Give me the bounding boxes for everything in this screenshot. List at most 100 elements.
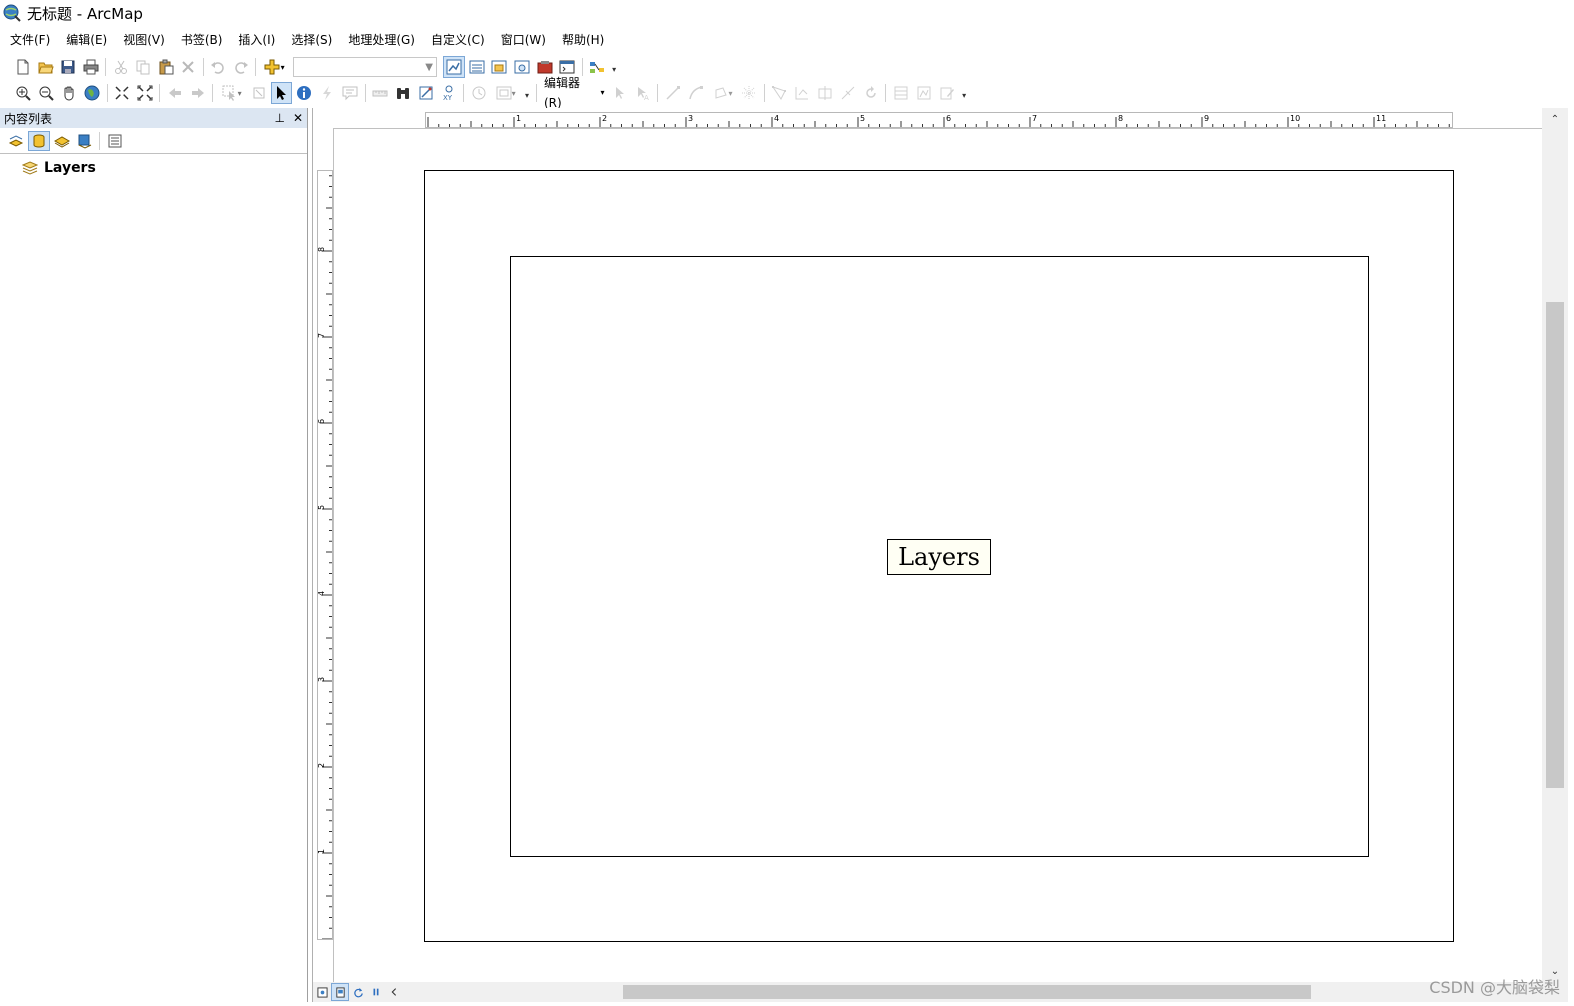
list-by-selection-button[interactable]: [74, 131, 96, 151]
undo-button[interactable]: [207, 56, 229, 78]
forward-extent-button[interactable]: [187, 82, 209, 104]
map-scale-combo[interactable]: ▼: [293, 57, 437, 77]
delete-button[interactable]: [178, 56, 200, 78]
cut-button[interactable]: [110, 56, 132, 78]
edit-vertices-button[interactable]: [768, 82, 790, 104]
menu-geoprocessing[interactable]: 地理处理(G): [340, 29, 423, 51]
info-icon: [297, 86, 312, 100]
layout-view[interactable]: 1 2 3 4 5 6 7 8 9 10 11 8 7 6 5 4 3 2 1 Layers ⌃ ⌄: [312, 108, 1568, 1002]
data-view-button[interactable]: [313, 983, 331, 1001]
layout-page-area[interactable]: Layers: [333, 128, 1543, 982]
zoom-in-button[interactable]: [12, 82, 34, 104]
attributes-button[interactable]: [890, 82, 912, 104]
split-tool-button[interactable]: [837, 82, 859, 104]
fixed-zoom-out-button[interactable]: [134, 82, 156, 104]
toolbar-separator: [463, 84, 465, 102]
add-data-button[interactable]: ▾: [259, 56, 288, 78]
menu-help[interactable]: 帮助(H): [554, 29, 612, 51]
menu-customize[interactable]: 自定义(C): [423, 29, 493, 51]
toc-layers-item[interactable]: Layers: [22, 158, 307, 178]
add-data-plus-icon: [264, 59, 280, 75]
go-to-xy-button[interactable]: XY: [438, 82, 460, 104]
toolbar-overflow-chevron[interactable]: ▾: [960, 86, 968, 100]
scroll-up-icon[interactable]: ⌃: [1542, 110, 1568, 128]
search-window-button[interactable]: [511, 56, 533, 78]
straight-segment-button[interactable]: [662, 82, 684, 104]
menu-selection[interactable]: 选择(S): [283, 29, 340, 51]
new-document-button[interactable]: [12, 56, 34, 78]
layout-view-button[interactable]: [331, 983, 349, 1001]
list-by-source-button[interactable]: [27, 130, 50, 151]
close-icon[interactable]: ✕: [293, 111, 303, 125]
viewer-window-button[interactable]: ▾: [491, 82, 521, 104]
horizontal-scrollbar[interactable]: [413, 984, 1543, 1000]
list-by-visibility-button[interactable]: [51, 131, 73, 151]
redo-button[interactable]: [230, 56, 252, 78]
layout-page[interactable]: Layers: [424, 170, 1454, 942]
menu-insert[interactable]: 插入(I): [230, 29, 283, 51]
ruler-v-label: 6: [318, 419, 326, 424]
clear-selection-button[interactable]: [248, 82, 270, 104]
menu-view[interactable]: 视图(V): [115, 29, 173, 51]
vertical-scroll-thumb[interactable]: [1546, 302, 1564, 788]
toc-options-button[interactable]: [104, 131, 126, 151]
open-button[interactable]: [35, 56, 57, 78]
ruler-h-label: 9: [1204, 114, 1209, 123]
vertical-scrollbar[interactable]: ⌃ ⌄: [1542, 108, 1568, 1002]
zoom-out-button[interactable]: [35, 82, 57, 104]
html-popup-button[interactable]: [339, 82, 361, 104]
save-button[interactable]: [58, 56, 80, 78]
sketch-properties-button[interactable]: [913, 82, 935, 104]
create-features-button[interactable]: [936, 82, 958, 104]
pause-drawing-button[interactable]: [367, 983, 385, 1001]
horizontal-scroll-thumb[interactable]: [623, 985, 1311, 999]
pan-button[interactable]: [58, 82, 80, 104]
construction-tools-button[interactable]: ▾: [708, 82, 738, 104]
list-by-drawing-order-button[interactable]: [5, 131, 27, 151]
find-route-button[interactable]: [415, 82, 437, 104]
menu-edit[interactable]: 编辑(E): [58, 29, 115, 51]
menu-bar: 文件(F) 编辑(E) 视图(V) 书签(B) 插入(I) 选择(S) 地理处理…: [0, 28, 1574, 52]
menu-bookmarks[interactable]: 书签(B): [173, 29, 231, 51]
data-frame[interactable]: Layers: [510, 256, 1369, 857]
arc-segment-icon: [688, 86, 703, 100]
print-button[interactable]: [80, 56, 102, 78]
menu-file[interactable]: 文件(F): [0, 29, 58, 51]
popup-bubble-icon: [342, 86, 358, 101]
time-slider-button[interactable]: [468, 82, 490, 104]
toolbar-overflow-chevron[interactable]: ▾: [523, 86, 531, 100]
toolbar-grip[interactable]: [2, 60, 10, 74]
back-extent-button[interactable]: [164, 82, 186, 104]
pin-icon[interactable]: ⊥: [274, 111, 284, 125]
data-frame-label[interactable]: Layers: [887, 539, 991, 575]
full-extent-button[interactable]: [81, 82, 103, 104]
identify-button[interactable]: [293, 82, 315, 104]
menu-windows[interactable]: 窗口(W): [493, 29, 554, 51]
refresh-button[interactable]: [349, 983, 367, 1001]
editor-toolbar-button[interactable]: [443, 56, 466, 78]
scroll-left-icon[interactable]: [385, 983, 403, 1001]
window-title: 无标题 - ArcMap: [27, 4, 143, 23]
rotate-tool-button[interactable]: [860, 82, 882, 104]
hyperlink-button[interactable]: [316, 82, 338, 104]
zoom-in-icon: [16, 86, 32, 101]
attributes-table-icon: [894, 86, 908, 100]
measure-button[interactable]: [369, 82, 391, 104]
edit-tool-button[interactable]: [609, 82, 631, 104]
paste-button[interactable]: [155, 56, 177, 78]
reshape-feature-button[interactable]: [791, 82, 813, 104]
table-of-contents-button[interactable]: [466, 56, 488, 78]
copy-button[interactable]: [132, 56, 154, 78]
toolbar-overflow-chevron[interactable]: ▾: [610, 60, 618, 74]
edit-annotation-button[interactable]: A: [632, 82, 654, 104]
cut-polygons-button[interactable]: [814, 82, 836, 104]
end-point-arc-button[interactable]: [685, 82, 707, 104]
fixed-zoom-in-button[interactable]: [111, 82, 133, 104]
editor-menu-button[interactable]: 编辑器(R) ▾: [540, 76, 608, 110]
select-features-button[interactable]: ▾: [217, 82, 247, 104]
select-elements-button[interactable]: [270, 82, 293, 104]
toolbar-grip[interactable]: [2, 86, 10, 100]
point-tool-button[interactable]: [738, 82, 760, 104]
find-button[interactable]: [392, 82, 414, 104]
catalog-window-button[interactable]: [489, 56, 511, 78]
